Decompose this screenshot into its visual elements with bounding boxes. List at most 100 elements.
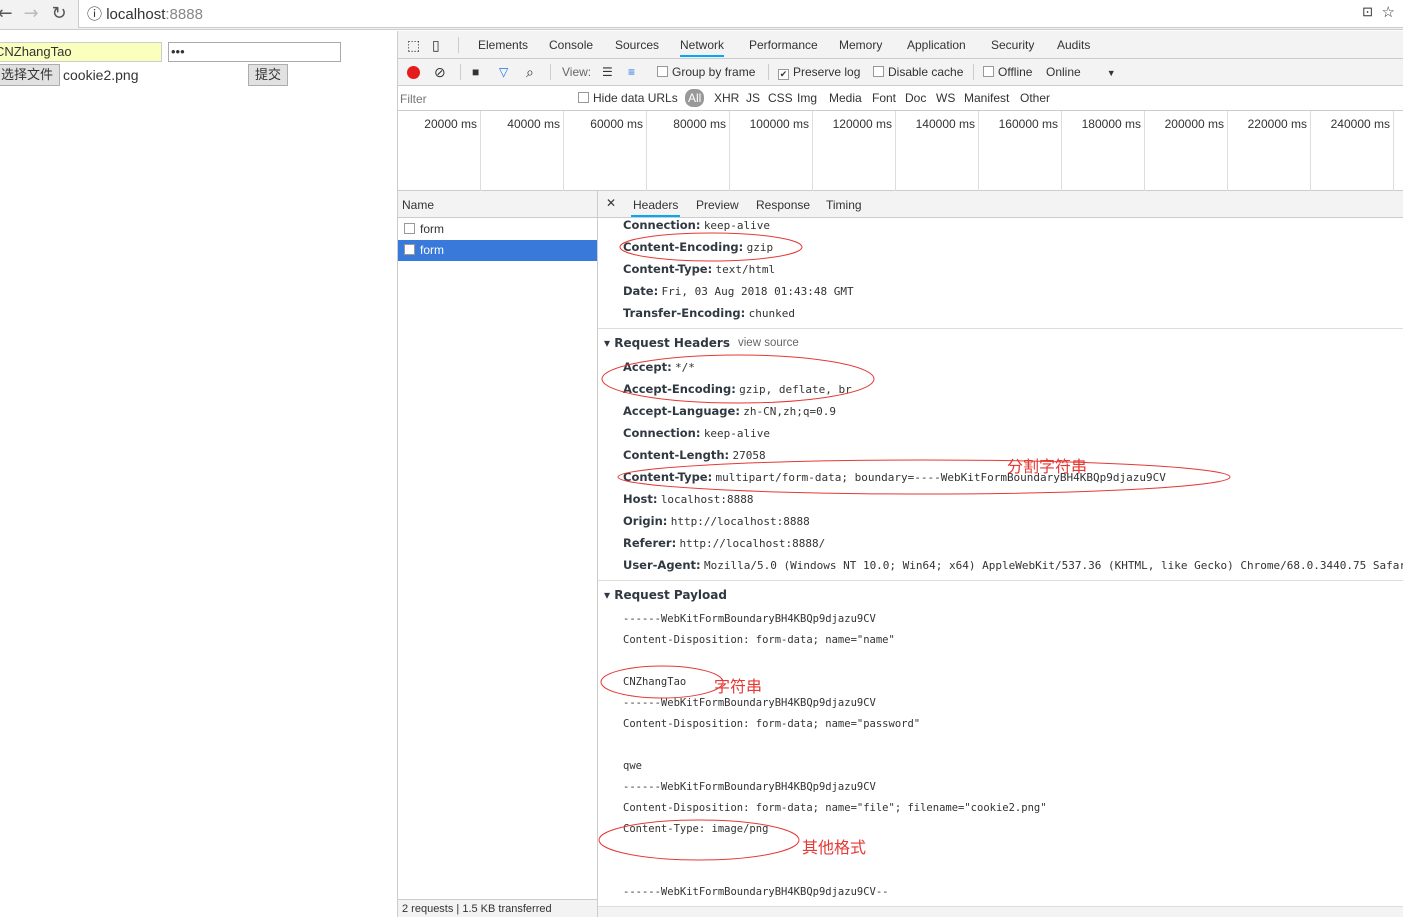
screenshot-camera-icon[interactable]: ■ [472, 59, 479, 85]
choose-file-button[interactable]: 选择文件 [0, 64, 61, 86]
detail-tab-timing[interactable]: Timing [824, 191, 864, 217]
translate-icon[interactable]: ⊡ [1362, 4, 1373, 20]
tab-elements[interactable]: Elements [478, 31, 528, 57]
payload-line: ------WebKitFormBoundaryBH4KBQp9djazu9CV [623, 697, 876, 709]
throttling-select[interactable]: Online ▼ [1046, 59, 1116, 86]
offline-checkbox[interactable]: Offline [983, 59, 1032, 85]
header-name: Content-Encoding: [623, 240, 744, 254]
disable-cache-checkbox[interactable]: Disable cache [873, 59, 963, 85]
header-line: Accept-Encoding: gzip, deflate, br [623, 382, 852, 396]
timeline-tick: 80000 ms [647, 111, 730, 191]
header-line: Content-Type: text/html [623, 262, 775, 276]
timeline-overview[interactable]: 20000 ms 40000 ms 60000 ms 80000 ms 100000 m… [398, 111, 1403, 191]
header-name: Date: [623, 284, 659, 298]
header-line: Origin: http://localhost:8888 [623, 514, 810, 528]
request-row[interactable]: form [398, 219, 597, 240]
filter-type-img[interactable]: Img [797, 86, 817, 110]
detail-tabbar: ✕ Headers Preview Response Timing [598, 191, 1403, 218]
filter-type-js[interactable]: JS [746, 86, 760, 110]
tab-sources[interactable]: Sources [615, 31, 659, 57]
filter-bar: Hide data URLs All XHR JS CSSImg Media Font Do… [398, 86, 1403, 111]
search-icon[interactable]: ⌕ [526, 59, 534, 85]
divider [973, 64, 974, 80]
close-icon[interactable]: ✕ [606, 196, 616, 210]
request-payload-section[interactable]: ▾ Request Payload [604, 588, 727, 602]
header-value: http://localhost:8888/ [679, 537, 826, 550]
header-value: keep-alive [703, 427, 771, 440]
address-bar[interactable]: ⓘ localhost:8888 ⊡ ☆ [78, 0, 1403, 28]
clear-icon[interactable]: ⊘ [434, 59, 446, 85]
payload-line: qwe [623, 760, 642, 772]
payload-line: ------WebKitFormBoundaryBH4KBQp9djazu9CV… [623, 886, 889, 898]
devtools-panel: ⬚ ▯ Elements Console Sources Network Perform… [397, 31, 1403, 917]
forward-icon[interactable]: → [20, 3, 42, 24]
submit-button[interactable]: 提交 [248, 64, 289, 86]
header-name: Content-Length: [623, 448, 730, 462]
divider [598, 580, 1403, 581]
tab-audits[interactable]: Audits [1057, 31, 1090, 57]
file-name: cookie2.png [63, 67, 139, 83]
payload-line: ------WebKitFormBoundaryBH4KBQp9djazu9CV [623, 613, 876, 625]
tab-network[interactable]: Network [680, 31, 725, 57]
header-value: http://localhost:8888 [670, 515, 810, 528]
group-by-frame-checkbox[interactable]: Group by frame [657, 59, 755, 85]
request-row[interactable]: form [398, 240, 597, 261]
filter-type-font[interactable]: Font [872, 86, 896, 110]
filter-input[interactable] [400, 89, 565, 108]
timeline-tick: 160000 ms [979, 111, 1062, 191]
bookmark-star-icon[interactable]: ☆ [1382, 3, 1395, 21]
header-name: Content-Type: [623, 470, 713, 484]
preserve-log-checkbox[interactable]: ✔ Preserve log [778, 59, 860, 85]
section-title: Request Headers [614, 336, 730, 350]
header-line: Referer: http://localhost:8888/ [623, 536, 825, 550]
timeline-tick: 220000 ms [1228, 111, 1311, 191]
name-column-header[interactable]: Name [398, 191, 597, 218]
waterfall-icon[interactable]: ≡ [628, 59, 635, 85]
detail-tab-headers[interactable]: Headers [631, 191, 681, 217]
header-line: User-Agent: Mozilla/5.0 (Windows NT 10.0… [623, 558, 1403, 572]
request-headers-section[interactable]: ▾ Request Headers [604, 336, 730, 350]
timeline-tick: 140000 ms [896, 111, 979, 191]
tab-memory[interactable]: Memory [839, 31, 882, 57]
filter-icon[interactable]: ▽ [499, 59, 508, 85]
payload-line: Content-Type: image/png [623, 823, 769, 835]
tab-application[interactable]: Application [907, 31, 966, 57]
password-input[interactable]: ••• [168, 42, 341, 62]
tab-console[interactable]: Console [549, 31, 593, 57]
inspect-element-icon[interactable]: ⬚ [407, 31, 420, 59]
device-toolbar-icon[interactable]: ▯ [432, 31, 440, 59]
hide-data-urls-checkbox[interactable]: Hide data URLs [578, 86, 678, 110]
header-line: Connection: keep-alive [623, 426, 770, 440]
payload-line: Content-Disposition: form-data; name="fi… [623, 802, 1047, 814]
header-value: */* [675, 361, 695, 374]
timeline-tick: 40000 ms [481, 111, 564, 191]
record-icon[interactable] [407, 66, 420, 79]
filter-type-media[interactable]: Media [829, 86, 862, 110]
header-line: Transfer-Encoding: chunked [623, 306, 795, 320]
filter-type-ws[interactable]: WS [936, 86, 955, 110]
back-icon[interactable]: ← [0, 3, 16, 24]
tab-performance[interactable]: Performance [749, 31, 818, 57]
header-line: Content-Encoding: gzip [623, 240, 773, 254]
timeline-tick: 100000 ms [730, 111, 813, 191]
filter-type-all[interactable]: All [685, 89, 705, 107]
detail-tab-response[interactable]: Response [754, 191, 812, 217]
large-rows-icon[interactable]: ☰ [602, 59, 613, 85]
reload-icon[interactable]: ↻ [48, 3, 70, 24]
filter-type-doc[interactable]: Doc [905, 86, 926, 110]
header-value: 27058 [732, 449, 766, 462]
header-value: gzip, deflate, br [739, 383, 852, 396]
divider [460, 64, 461, 80]
filter-type-css[interactable]: CSS [768, 86, 793, 110]
header-value: chunked [748, 307, 795, 320]
name-input[interactable]: CNZhangTao [0, 42, 162, 62]
filter-type-other[interactable]: Other [1020, 86, 1050, 110]
view-source-link[interactable]: view source [738, 337, 799, 349]
filter-type-manifest[interactable]: Manifest [964, 86, 1009, 110]
horizontal-scrollbar[interactable] [598, 906, 1403, 917]
filter-type-xhr[interactable]: XHR [714, 86, 739, 110]
tab-security[interactable]: Security [991, 31, 1034, 57]
header-line: Content-Length: 27058 [623, 448, 766, 462]
detail-tab-preview[interactable]: Preview [694, 191, 741, 217]
request-detail: ✕ Headers Preview Response Timing Connectio… [598, 191, 1403, 917]
